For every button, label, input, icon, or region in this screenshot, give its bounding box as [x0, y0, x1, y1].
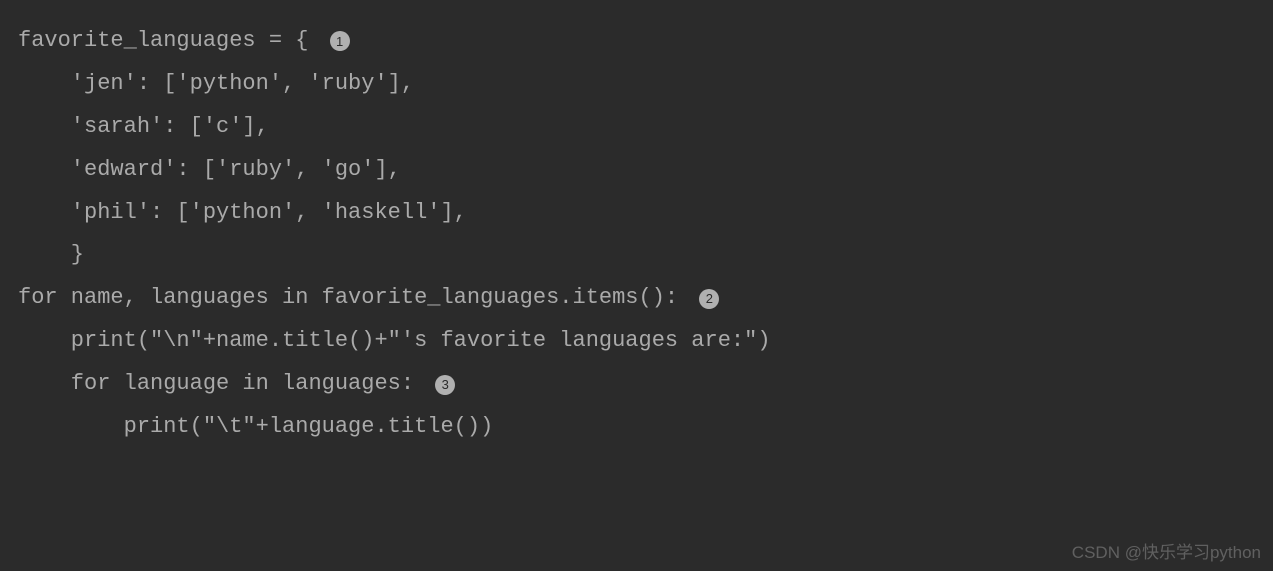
code-text: print("\t"+language.title()) [18, 406, 493, 449]
code-line-5: 'phil': ['python', 'haskell'], [18, 192, 1255, 235]
code-text: for language in languages: [18, 363, 427, 406]
code-text: 'edward': ['ruby', 'go'], [18, 149, 401, 192]
code-line-3: 'sarah': ['c'], [18, 106, 1255, 149]
code-text: favorite_languages = { [18, 20, 322, 63]
annotation-marker-2: 2 [699, 289, 719, 309]
code-text: 'jen': ['python', 'ruby'], [18, 63, 414, 106]
code-line-2: 'jen': ['python', 'ruby'], [18, 63, 1255, 106]
code-line-1: favorite_languages = { 1 [18, 20, 1255, 63]
code-line-7: for name, languages in favorite_language… [18, 277, 1255, 320]
code-text: for name, languages in favorite_language… [18, 277, 691, 320]
code-block: favorite_languages = { 1 'jen': ['python… [18, 20, 1255, 449]
code-line-4: 'edward': ['ruby', 'go'], [18, 149, 1255, 192]
code-line-10: print("\t"+language.title()) [18, 406, 1255, 449]
code-text: } [18, 234, 84, 277]
code-text: 'sarah': ['c'], [18, 106, 269, 149]
annotation-marker-1: 1 [330, 31, 350, 51]
code-text: 'phil': ['python', 'haskell'], [18, 192, 467, 235]
code-line-9: for language in languages: 3 [18, 363, 1255, 406]
annotation-marker-3: 3 [435, 375, 455, 395]
code-text: print("\n"+name.title()+"'s favorite lan… [18, 320, 771, 363]
code-line-8: print("\n"+name.title()+"'s favorite lan… [18, 320, 1255, 363]
watermark-text: CSDN @快乐学习python [1072, 538, 1261, 563]
code-line-6: } [18, 234, 1255, 277]
